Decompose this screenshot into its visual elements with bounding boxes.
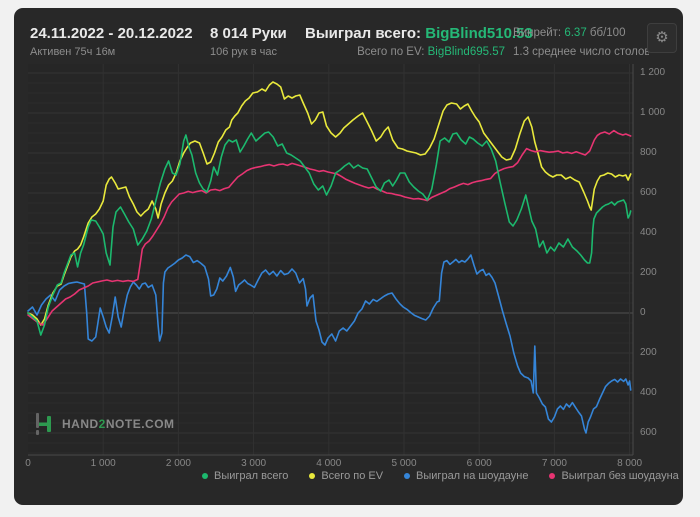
legend-item-showdown[interactable]: Выиграл на шоудауне: [404, 470, 528, 482]
ev-total-value: BigBlind695.57: [427, 46, 505, 58]
winrate: Винрейт: 6.37 бб/100: [513, 27, 625, 39]
legend-label: Выиграл всего: [214, 470, 289, 482]
legend-item-ev-total[interactable]: Всего по EV: [309, 470, 383, 482]
ev-total: Всего по EV: BigBlind695.57: [305, 46, 505, 58]
stats-panel: 1 200 1 000 800 600 400 200 0 200 400 600 0 1 000 2 …: [14, 8, 683, 505]
active-time: Активен 75ч 16м: [30, 46, 116, 58]
legend-dot-ev-total: [309, 473, 316, 479]
x-axis-tick: 3 000: [241, 458, 267, 469]
y-axis-tick: 200: [640, 347, 657, 358]
won-total: Выиграл всего: BigBlind510.53: [305, 25, 533, 42]
y-axis-tick: 1 200: [640, 67, 666, 78]
chart-legend: Выиграл всего Всего по EV Выиграл на шоу…: [202, 470, 679, 482]
x-axis-tick: 6 000: [466, 458, 492, 469]
y-axis-tick: 0: [640, 307, 646, 318]
y-axis-tick: 200: [640, 267, 657, 278]
hands-per-hour: 106 рук в час: [210, 46, 278, 58]
avg-tables: 1.3 среднее число столов: [513, 46, 649, 58]
x-axis-tick: 5 000: [391, 458, 417, 469]
date-range: 24.11.2022 - 20.12.2022: [30, 25, 193, 42]
legend-dot-non-showdown: [549, 473, 556, 479]
y-axis-tick: 800: [640, 147, 657, 158]
x-axis-tick: 1 000: [90, 458, 116, 469]
settings-gear-icon[interactable]: ⚙: [647, 23, 677, 53]
hand2note-logo-icon: [36, 413, 51, 435]
x-axis-tick: 2 000: [165, 458, 191, 469]
x-axis-tick: 7 000: [541, 458, 567, 469]
legend-item-won-total[interactable]: Выиграл всего: [202, 470, 288, 482]
legend-dot-won-total: [202, 473, 208, 479]
legend-label: Всего по EV: [321, 470, 384, 482]
ev-total-label: Всего по EV:: [357, 46, 425, 58]
winrate-label: Винрейт:: [513, 27, 562, 39]
winrate-value: 6.37: [564, 27, 587, 39]
x-axis-tick: 8 000: [617, 458, 643, 469]
hand2note-logo: HAND2NOTE.COM: [35, 413, 175, 435]
won-total-label: Выиграл всего:: [305, 25, 422, 42]
y-axis-tick: 600: [640, 187, 657, 198]
hands-total: 8 014 Руки: [210, 25, 287, 42]
legend-label: Выиграл без шоудауна: [561, 470, 679, 482]
legend-label: Выиграл на шоудауне: [416, 470, 529, 482]
y-axis-tick: 600: [640, 427, 657, 438]
legend-dot-showdown: [404, 473, 411, 479]
y-axis-tick: 400: [640, 227, 657, 238]
y-axis-tick: 1 000: [640, 107, 666, 118]
hand2note-logo-text: HAND2NOTE.COM: [62, 417, 175, 431]
x-axis-tick: 4 000: [316, 458, 342, 469]
legend-item-non-showdown[interactable]: Выиграл без шоудауна: [549, 470, 679, 482]
winrate-units: бб/100: [589, 27, 626, 39]
x-axis-tick: 0: [25, 458, 31, 469]
y-axis-tick: 400: [640, 387, 657, 398]
